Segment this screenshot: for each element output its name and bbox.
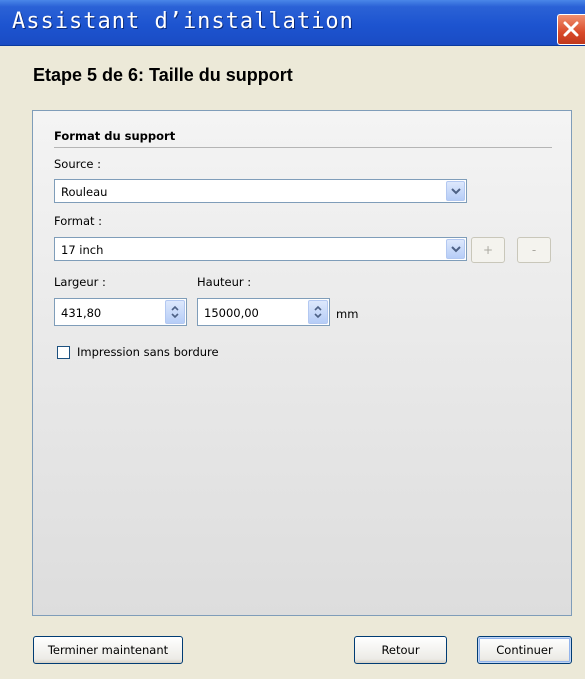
spinner-arrows-icon — [171, 305, 179, 319]
source-dropdown-button[interactable] — [446, 181, 465, 201]
continue-button[interactable]: Continuer — [477, 636, 572, 664]
section-divider — [54, 147, 552, 148]
width-value: 431,80 — [61, 306, 102, 320]
close-icon — [563, 21, 579, 37]
height-value: 15000,00 — [204, 306, 259, 320]
finish-now-button[interactable]: Terminer maintenant — [33, 636, 183, 664]
width-label: Largeur : — [54, 275, 106, 289]
chevron-down-icon — [451, 188, 461, 195]
format-dropdown-button[interactable] — [446, 239, 465, 259]
add-format-button[interactable]: + — [471, 237, 505, 263]
close-button[interactable] — [557, 14, 585, 45]
borderless-checkbox[interactable] — [57, 346, 70, 359]
source-label: Source : — [54, 157, 102, 171]
format-value: 17 inch — [61, 243, 104, 257]
format-label: Format : — [54, 214, 103, 228]
content-panel: Format du support Source : Rouleau Forma… — [32, 110, 572, 616]
chevron-down-icon — [451, 246, 461, 253]
window-title: Assistant d’installation — [12, 9, 354, 34]
height-input[interactable]: 15000,00 — [197, 298, 330, 326]
source-value: Rouleau — [61, 185, 108, 199]
source-select[interactable]: Rouleau — [54, 179, 467, 203]
width-input[interactable]: 431,80 — [54, 298, 187, 326]
title-bar: Assistant d’installation — [0, 0, 585, 46]
height-label: Hauteur : — [197, 275, 252, 289]
height-unit: mm — [336, 307, 359, 321]
step-title: Etape 5 de 6: Taille du support — [33, 65, 293, 85]
format-select[interactable]: 17 inch — [54, 237, 467, 261]
width-spin-button[interactable] — [165, 300, 185, 324]
section-title: Format du support — [54, 129, 176, 143]
spinner-arrows-icon — [314, 305, 322, 319]
back-button[interactable]: Retour — [354, 636, 447, 664]
height-spin-button[interactable] — [308, 300, 328, 324]
remove-format-button[interactable]: - — [517, 237, 551, 263]
borderless-label: Impression sans bordure — [77, 345, 219, 359]
